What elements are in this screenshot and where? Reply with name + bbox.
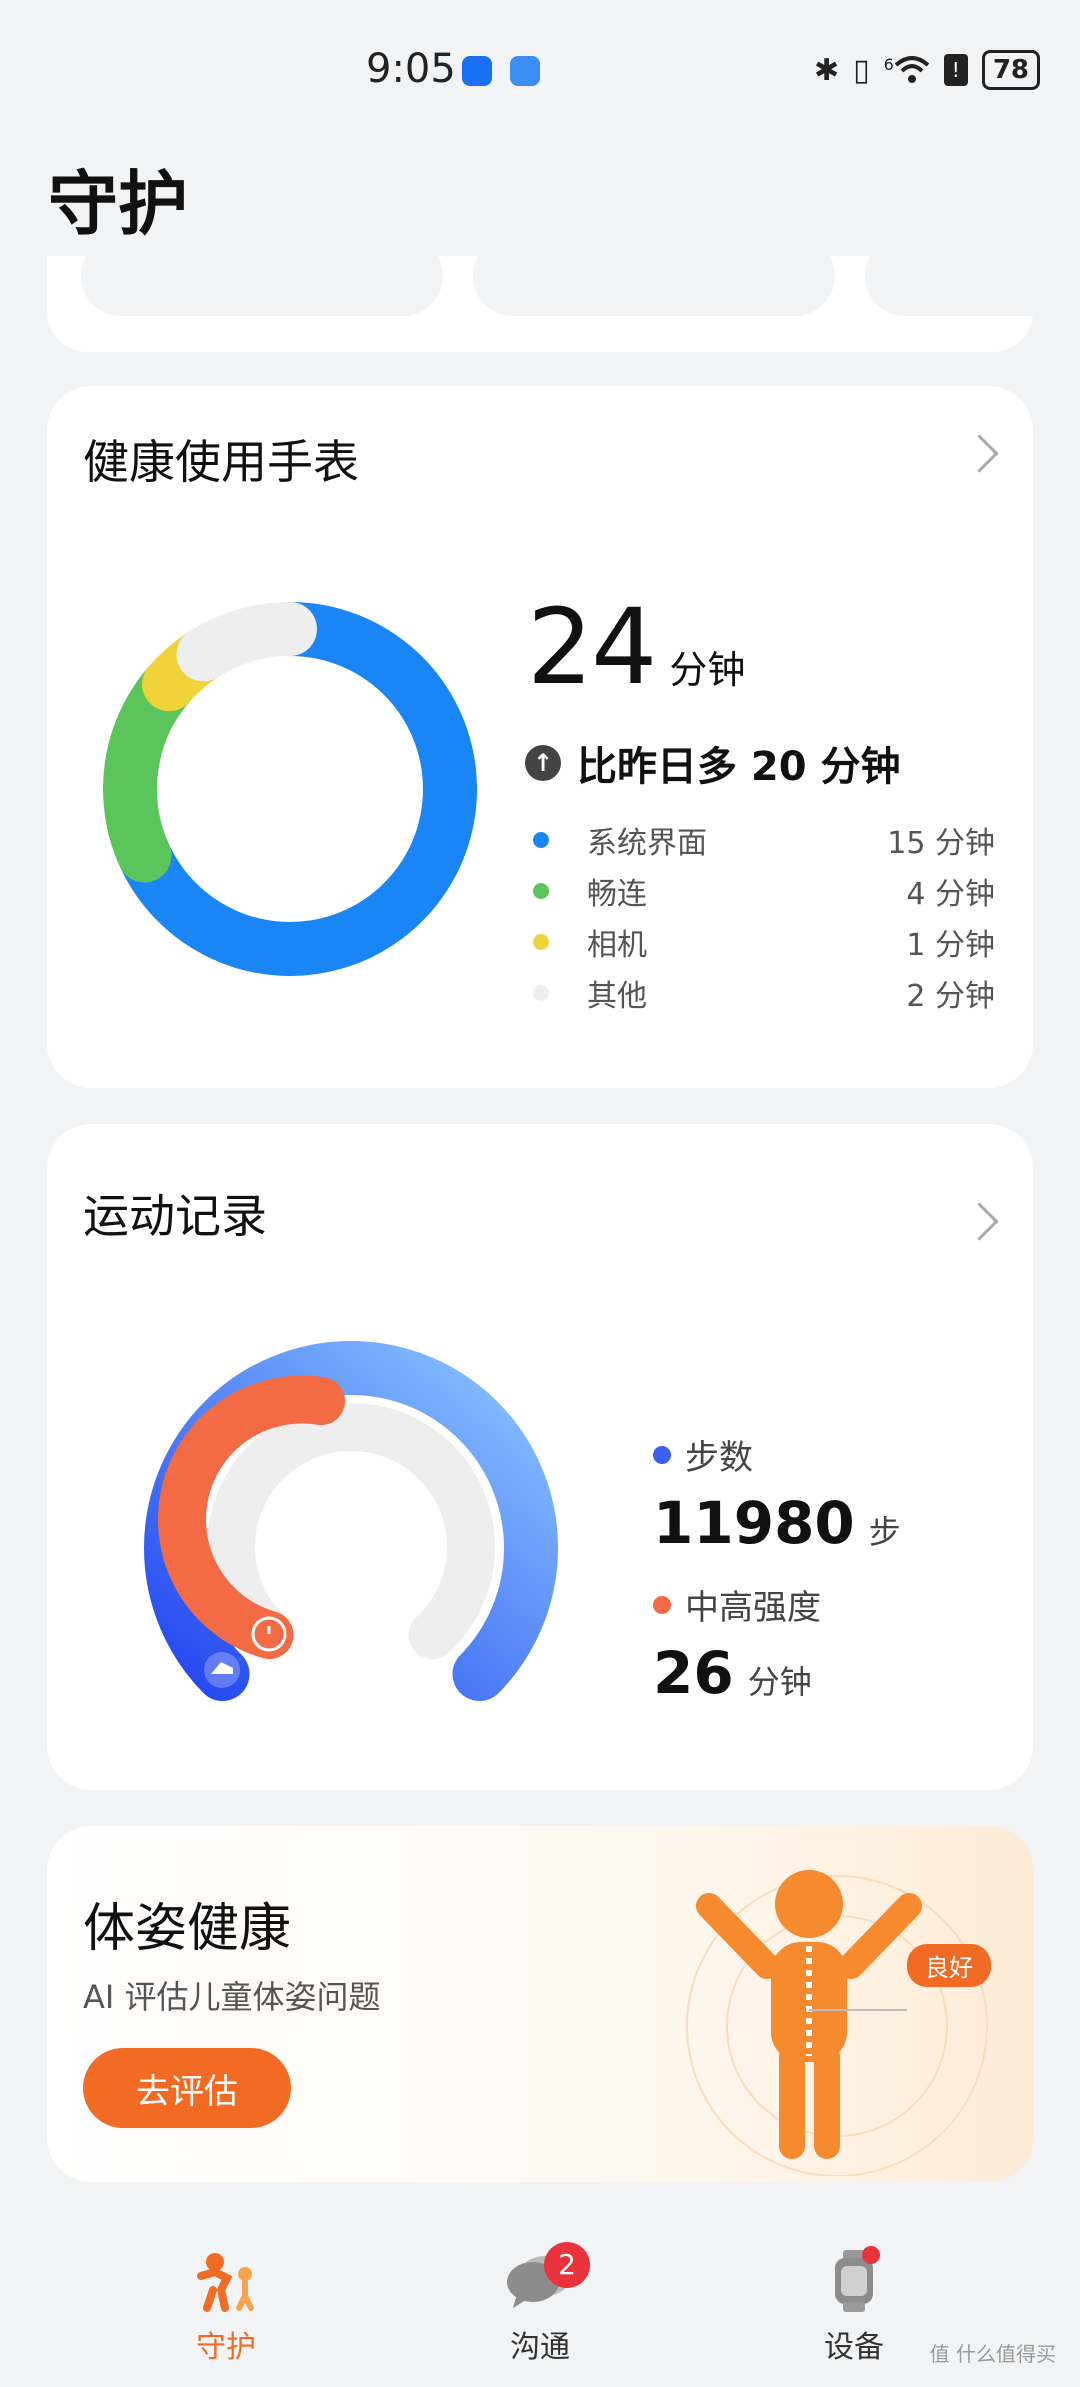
bluetooth-icon: ✱: [813, 52, 840, 88]
steps-label: 步数: [685, 1438, 753, 1478]
posture-title: 体姿健康: [83, 1899, 292, 1959]
shortcut-item[interactable]: [81, 256, 443, 316]
network-type: 6: [883, 55, 894, 74]
legend-dot: [533, 984, 549, 1001]
legend-label: 系统界面: [587, 825, 707, 861]
status-bar: 9:05 ✱ ▯ 6 ! 78: [0, 0, 1080, 140]
posture-status-text: 良好: [925, 1954, 973, 1982]
steps-unit: 步: [868, 1513, 901, 1551]
tab-label: 设备: [824, 2330, 884, 2365]
usage-total-unit: 分钟: [669, 648, 746, 692]
usage-total: 24 分钟: [527, 586, 745, 708]
intensity-label: 中高强度: [685, 1588, 821, 1628]
steps-stat: 步数 11980 步: [653, 1430, 901, 1557]
arrow-up-icon: ↑: [525, 745, 561, 781]
intensity-ring-track: [207, 1403, 495, 1659]
card-title: 健康使用手表: [83, 435, 359, 489]
posture-card[interactable]: 体姿健康 AI 评估儿童体姿问题 去评估 良好: [47, 1826, 1033, 2182]
wifi-icon: 6: [884, 55, 930, 85]
page-title: 守护: [48, 163, 188, 245]
steps-dot: [653, 1445, 671, 1464]
legend-dot: [533, 882, 549, 899]
shortcut-item[interactable]: [473, 256, 835, 316]
screen-time-card[interactable]: 健康使用手表 24 分钟 ↑ 比昨日多 20 分钟 系统界面 15 分钟 畅连 …: [47, 386, 1033, 1088]
legend-item: 相机 1 分钟: [533, 916, 995, 967]
legend-item: 畅连 4 分钟: [533, 865, 995, 916]
watermark: 值 什么值得买: [929, 2342, 1056, 2366]
shortcut-item[interactable]: [865, 256, 1033, 316]
legend-value: 4 分钟: [906, 876, 995, 912]
intensity-value: 26: [653, 1639, 734, 1707]
steps-value: 11980: [653, 1489, 855, 1557]
shoe-icon: [204, 1652, 240, 1688]
legend-item: 系统界面 15 分钟: [533, 814, 995, 865]
bottom-tab-bar: 守护 2 沟通 设备: [0, 2220, 1080, 2387]
legend-value: 1 分钟: [906, 927, 995, 963]
unread-badge: 2: [544, 2242, 590, 2288]
legend-dot: [533, 831, 549, 848]
intensity-dot: [653, 1595, 671, 1614]
tab-device[interactable]: 设备: [754, 2246, 954, 2366]
legend-item: 其他 2 分钟: [533, 967, 995, 1018]
usage-compare: ↑ 比昨日多 20 分钟: [525, 734, 901, 792]
exercise-card[interactable]: 运动记录 步数 11980 步 中高强度 26 分钟: [47, 1124, 1033, 1790]
battery-indicator: 78: [981, 50, 1040, 90]
card-title: 运动记录: [83, 1189, 267, 1243]
usage-legend: 系统界面 15 分钟 畅连 4 分钟 相机 1 分钟 其他 2 分钟: [533, 814, 995, 1018]
lightbulb-app-icon: [462, 56, 492, 86]
donut-segment: [176, 602, 317, 682]
usage-donut-chart: [103, 602, 477, 976]
posture-status-badge: 良好: [907, 1944, 991, 1987]
vibrate-icon: ▯: [853, 52, 870, 88]
child-posture-illustration: [686, 1870, 988, 2176]
legend-value: 2 分钟: [906, 978, 995, 1014]
tab-label: 守护: [196, 2330, 256, 2365]
tab-label: 沟通: [510, 2330, 570, 2365]
assess-button[interactable]: 去评估: [83, 2048, 291, 2128]
legend-value: 15 分钟: [887, 825, 995, 861]
sim-alert-icon: !: [943, 54, 968, 86]
notification-dot: [862, 2246, 880, 2264]
app-notification-icon: [510, 56, 540, 86]
tab-guard[interactable]: 守护: [126, 2250, 326, 2366]
intensity-unit: 分钟: [747, 1663, 812, 1701]
chevron-right-icon[interactable]: [960, 1202, 999, 1241]
intensity-stat: 中高强度 26 分钟: [653, 1580, 821, 1707]
legend-dot: [533, 933, 549, 950]
legend-label: 畅连: [587, 876, 647, 912]
posture-subtitle: AI 评估儿童体姿问题: [83, 1978, 381, 2016]
status-time: 9:05: [366, 46, 456, 92]
legend-label: 相机: [587, 927, 647, 963]
legend-label: 其他: [587, 978, 647, 1014]
tab-chat[interactable]: 2 沟通: [440, 2242, 640, 2366]
usage-compare-text: 比昨日多 20 分钟: [577, 744, 901, 790]
family-icon: [197, 2253, 254, 2312]
shortcut-strip: [47, 256, 1033, 352]
exercise-rings: [144, 1340, 558, 1701]
chevron-right-icon[interactable]: [960, 434, 999, 473]
usage-total-value: 24: [527, 586, 657, 708]
status-icons: ✱ ▯ 6 ! 78: [814, 50, 1040, 90]
